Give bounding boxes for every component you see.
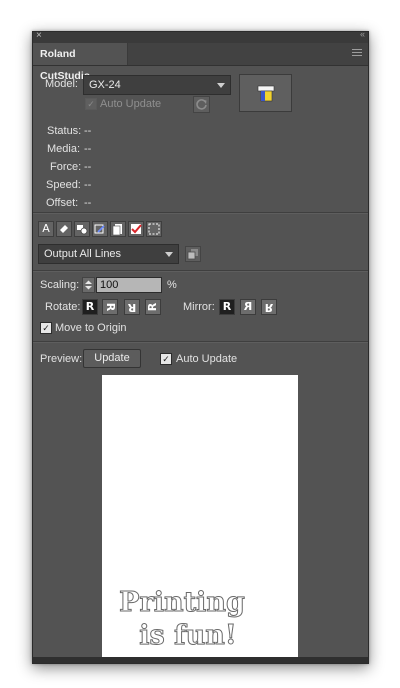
- stepper-arrows-icon: [85, 280, 92, 290]
- divider: [33, 212, 368, 214]
- scaling-input[interactable]: 100: [96, 277, 162, 293]
- refresh-icon: [196, 99, 207, 110]
- rotate-label: Rotate:: [45, 301, 81, 313]
- preview-text-line1: Printing: [119, 587, 246, 618]
- chevron-down-icon: [217, 83, 225, 88]
- model-select[interactable]: GX-24: [83, 75, 231, 95]
- scaling-label: Scaling:: [40, 279, 80, 291]
- mirror-vertical-button[interactable]: R: [261, 299, 277, 315]
- tab-row: Roland CutStudio: [33, 43, 368, 82]
- panel-title-bar: × ‹‹: [33, 32, 368, 43]
- preview-auto-update-label: Auto Update: [176, 353, 238, 365]
- page-tool-icon[interactable]: [110, 221, 126, 237]
- divider: [33, 341, 368, 343]
- rotate-0-button[interactable]: R: [82, 299, 98, 315]
- refresh-button[interactable]: [193, 96, 210, 113]
- output-lines-select[interactable]: Output All Lines: [38, 244, 179, 264]
- model-auto-update-label: Auto Update: [100, 98, 162, 110]
- move-to-origin-label: Move to Origin: [55, 322, 127, 334]
- copy-button[interactable]: [185, 246, 201, 262]
- force-label: Force:: [50, 161, 82, 173]
- preview-text-line2: is fun!: [139, 620, 238, 651]
- offset-label: Offset:: [46, 197, 79, 209]
- panel-bottom-bar: [33, 657, 368, 663]
- status-value: --: [84, 125, 92, 137]
- fill-tool-icon[interactable]: [56, 221, 72, 237]
- preview-update-button[interactable]: Update: [83, 349, 141, 368]
- output-lines-value: Output All Lines: [44, 248, 122, 260]
- panel-menu-icon[interactable]: [352, 49, 362, 57]
- media-value: --: [84, 143, 92, 155]
- offset-value: --: [84, 197, 92, 209]
- force-value: --: [84, 161, 92, 173]
- model-auto-update-checkbox[interactable]: ✓: [85, 98, 97, 110]
- cutter-icon: [257, 85, 275, 102]
- move-to-origin-checkbox[interactable]: ✓: [40, 322, 52, 334]
- cutstudio-panel: × ‹‹ Roland CutStudio Model: GX-24 ✓ Aut…: [32, 31, 369, 664]
- shapes-tool-icon[interactable]: [74, 221, 90, 237]
- tools-row: A: [38, 221, 198, 237]
- model-label: Model:: [44, 78, 78, 90]
- status-label: Status:: [47, 125, 82, 137]
- marquee-tool-icon[interactable]: [146, 221, 162, 237]
- mirror-label: Mirror:: [183, 301, 215, 313]
- divider: [33, 270, 368, 272]
- tab-roland-cutstudio[interactable]: Roland CutStudio: [33, 43, 128, 82]
- model-select-value: GX-24: [89, 79, 121, 91]
- rotate-270-button[interactable]: R: [145, 299, 161, 315]
- scaling-unit: %: [167, 279, 177, 291]
- collapse-icon[interactable]: ‹‹: [360, 32, 365, 39]
- rotate-90-button[interactable]: R: [102, 299, 118, 315]
- close-icon[interactable]: ×: [36, 32, 42, 42]
- mirror-horizontal-button[interactable]: R: [240, 299, 256, 315]
- mirror-none-button[interactable]: R: [219, 299, 235, 315]
- preview-label: Preview:: [40, 353, 83, 365]
- copy-icon: [187, 249, 198, 260]
- media-label: Media:: [47, 143, 81, 155]
- speed-value: --: [84, 179, 92, 191]
- text-tool-icon[interactable]: A: [38, 221, 54, 237]
- chevron-down-icon: [165, 252, 173, 257]
- rotate-180-button[interactable]: R: [124, 299, 140, 315]
- scaling-stepper[interactable]: [82, 277, 95, 293]
- cutter-properties-button[interactable]: [239, 74, 292, 112]
- preview-auto-update-checkbox[interactable]: ✓: [160, 353, 172, 365]
- check-tool-icon[interactable]: [128, 221, 144, 237]
- speed-label: Speed:: [46, 179, 81, 191]
- preview-canvas: Printing is fun!: [102, 375, 298, 663]
- pen-tool-icon[interactable]: [92, 221, 108, 237]
